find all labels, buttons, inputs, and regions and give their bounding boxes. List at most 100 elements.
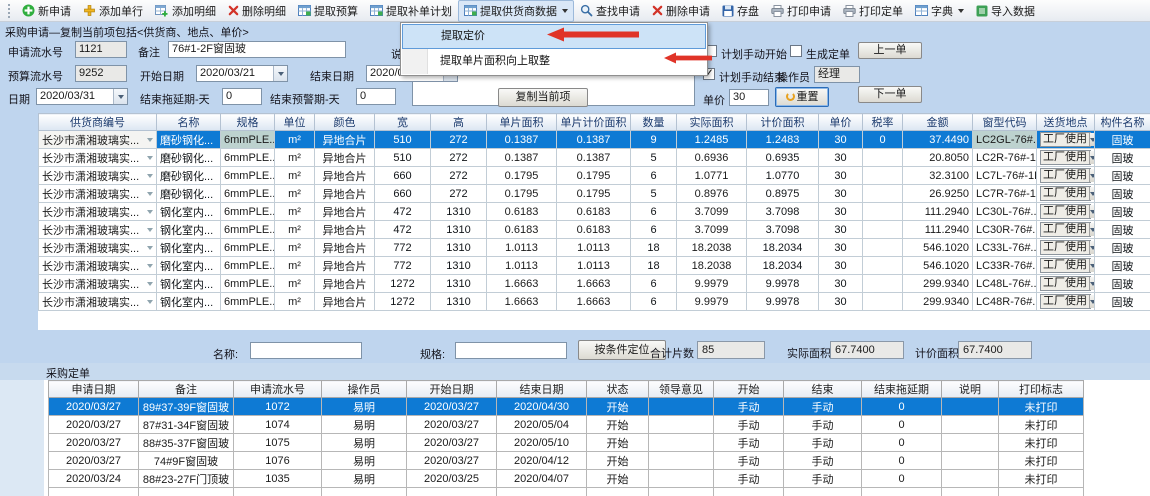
grid-cell[interactable]: 30 <box>819 167 863 185</box>
grid-cell[interactable]: LC30L-76#... <box>973 203 1037 221</box>
orders-grid-cell[interactable]: 易明 <box>322 416 407 434</box>
orders-grid-cell[interactable]: 1072 <box>234 398 322 416</box>
orders-grid-cell[interactable] <box>587 488 649 496</box>
grid-cell[interactable]: 20.8050 <box>903 149 973 167</box>
grid-cell[interactable]: 6mmPLE... <box>221 257 275 275</box>
orders-grid-cell[interactable]: 2020/04/30 <box>497 398 587 416</box>
orders-grid-cell[interactable] <box>942 434 999 452</box>
supplier-combo-cell[interactable]: 长沙市潇湘玻璃实... <box>39 185 157 203</box>
print-order-button[interactable]: 打印定单 <box>837 0 909 22</box>
grid-cell[interactable]: 30 <box>819 131 863 149</box>
orders-grid-cell[interactable]: 手动 <box>714 416 784 434</box>
grid-cell[interactable]: 272 <box>431 149 487 167</box>
orders-grid-cell[interactable]: 2020/03/27 <box>49 416 139 434</box>
chevron-down-icon[interactable] <box>147 246 153 250</box>
grid-cell[interactable]: 6mmPLE... <box>221 275 275 293</box>
chevron-down-icon[interactable] <box>1089 205 1095 218</box>
chevron-down-icon[interactable] <box>147 156 153 160</box>
grid-cell[interactable]: 299.9340 <box>903 293 973 311</box>
grid-cell[interactable]: 3.7099 <box>677 221 747 239</box>
grid-cell[interactable]: 1.0771 <box>677 167 747 185</box>
grid-cell[interactable]: 6 <box>631 203 677 221</box>
grid-cell[interactable]: 18.2034 <box>747 257 819 275</box>
chevron-down-icon[interactable] <box>1089 223 1095 236</box>
grid-cell[interactable]: 9 <box>631 131 677 149</box>
orders-grid-cell[interactable]: 未打印 <box>999 452 1084 470</box>
grid-cell[interactable]: 6mmPLE... <box>221 293 275 311</box>
grid-cell[interactable]: 18.2038 <box>677 239 747 257</box>
orders-grid-cell[interactable]: 开始 <box>587 470 649 488</box>
orders-grid-cell[interactable]: 1076 <box>234 452 322 470</box>
delay-days-field[interactable]: 0 <box>222 88 262 105</box>
orders-grid-cell[interactable]: 易明 <box>322 398 407 416</box>
orders-grid-cell[interactable]: 2020/03/27 <box>49 452 139 470</box>
grid-cell[interactable]: 1310 <box>431 203 487 221</box>
orders-grid-cell[interactable] <box>942 398 999 416</box>
grid-cell[interactable]: 30 <box>819 221 863 239</box>
orders-grid-cell[interactable] <box>862 488 942 496</box>
extract-supplement-button[interactable]: 提取补单计划 <box>364 0 458 22</box>
orders-grid-cell[interactable]: 手动 <box>714 434 784 452</box>
grid-cell[interactable]: 9.9979 <box>677 275 747 293</box>
orders-grid-cell[interactable]: 开始 <box>587 416 649 434</box>
orders-grid-cell[interactable]: 未打印 <box>999 398 1084 416</box>
grid-cell[interactable]: 30 <box>819 239 863 257</box>
grid-cell[interactable]: 异地合片 <box>315 275 375 293</box>
grid-cell[interactable] <box>863 275 903 293</box>
grid-cell[interactable]: 30 <box>819 185 863 203</box>
locate-spec-field[interactable] <box>455 342 567 359</box>
grid-cell[interactable]: 1.6663 <box>557 275 631 293</box>
table-row[interactable]: 2020/03/2787#31-34F窗固玻1074易明2020/03/2720… <box>49 416 1084 434</box>
supplier-combo-cell[interactable]: 长沙市潇湘玻璃实... <box>39 239 157 257</box>
orders-grid-cell[interactable] <box>942 470 999 488</box>
orders-grid-cell[interactable]: 易明 <box>322 434 407 452</box>
grid-cell[interactable]: 固玻 <box>1095 221 1150 239</box>
chevron-down-icon[interactable] <box>1089 151 1095 164</box>
chevron-down-icon[interactable] <box>147 264 153 268</box>
operator-field[interactable]: 经理 <box>814 66 860 83</box>
orders-grid-cell[interactable]: 手动 <box>784 452 862 470</box>
grid-cell[interactable]: 异地合片 <box>315 257 375 275</box>
grid-cell[interactable]: m² <box>275 275 315 293</box>
grid-cell[interactable]: 272 <box>431 167 487 185</box>
grid-cell[interactable]: 472 <box>375 203 431 221</box>
orders-grid-cell[interactable] <box>649 470 714 488</box>
grid-cell[interactable]: 钢化室内... <box>157 275 221 293</box>
grid-cell[interactable]: 510 <box>375 149 431 167</box>
chevron-down-icon[interactable] <box>147 282 153 286</box>
grid-cell[interactable]: 异地合片 <box>315 131 375 149</box>
grid-cell[interactable]: 固玻 <box>1095 293 1150 311</box>
grid-cell[interactable]: m² <box>275 131 315 149</box>
orders-grid-cell[interactable]: 开始 <box>587 398 649 416</box>
grid-cell[interactable]: 钢化室内... <box>157 257 221 275</box>
orders-grid-cell[interactable] <box>649 416 714 434</box>
grid-cell[interactable]: 3.7098 <box>747 203 819 221</box>
supplier-combo-cell[interactable]: 长沙市潇湘玻璃实... <box>39 149 157 167</box>
grid-cell[interactable]: 1310 <box>431 257 487 275</box>
orders-grid-cell[interactable]: 2020/03/27 <box>49 434 139 452</box>
delivery-combo-cell[interactable]: 工厂使用 <box>1037 239 1095 257</box>
orders-grid-cell[interactable] <box>322 488 407 496</box>
chevron-down-icon[interactable] <box>1089 169 1095 182</box>
grid-cell[interactable]: LC48R-76#... <box>973 293 1037 311</box>
delivery-combo-cell[interactable]: 工厂使用 <box>1037 149 1095 167</box>
orders-grid-cell[interactable]: 2020/03/27 <box>407 416 497 434</box>
grid-cell[interactable]: 1.0113 <box>557 257 631 275</box>
table-row[interactable]: 长沙市潇湘玻璃实...钢化室内...6mmPLE...m²异地合片4721310… <box>39 203 1150 221</box>
grid-cell[interactable]: 9.9978 <box>747 275 819 293</box>
grid-cell[interactable]: 钢化室内... <box>157 239 221 257</box>
table-row[interactable]: 长沙市潇湘玻璃实...磨砂钢化...6mmPLE...m²异地合片6602720… <box>39 167 1150 185</box>
dictionary-button[interactable]: 字典 <box>909 0 970 22</box>
grid-cell[interactable] <box>863 239 903 257</box>
grid-cell[interactable]: 0.1387 <box>557 131 631 149</box>
grid-cell[interactable]: 固玻 <box>1095 185 1150 203</box>
grid-cell[interactable]: 1310 <box>431 221 487 239</box>
grid-cell[interactable]: 磨砂钢化... <box>157 149 221 167</box>
orders-grid-cell[interactable]: 2020/03/24 <box>49 470 139 488</box>
grid-cell[interactable]: LC2GL-76#... <box>973 131 1037 149</box>
grid-cell[interactable]: 磨砂钢化... <box>157 185 221 203</box>
grid-cell[interactable]: LC7L-76#-1FO <box>973 167 1037 185</box>
copy-current-button[interactable]: 复制当前项 <box>498 88 588 107</box>
grid-cell[interactable]: 30 <box>819 149 863 167</box>
grid-cell[interactable]: 18 <box>631 257 677 275</box>
